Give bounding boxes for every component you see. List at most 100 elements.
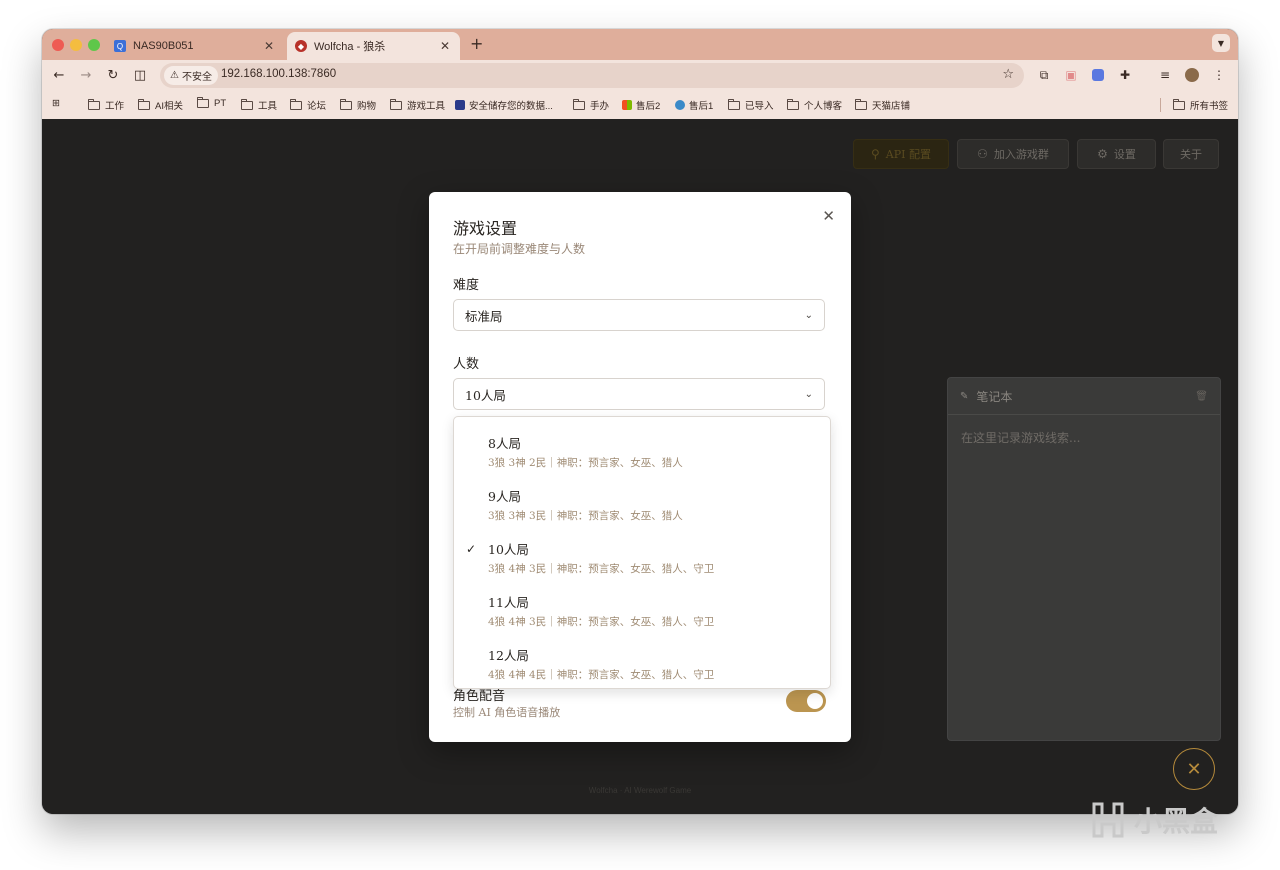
bookmark-link[interactable]: 安全储存您的数据...	[455, 98, 553, 112]
edit-icon: ✎	[960, 390, 969, 402]
extensions-puzzle-icon[interactable]: ✚	[1116, 66, 1134, 84]
bookmark-label: 论坛	[307, 101, 327, 112]
url-text[interactable]: 192.168.100.138:7860	[221, 68, 336, 80]
option-12-players[interactable]: 12人局 4狼 4神 4民｜神职：预言家、女巫、猎人、守卫	[454, 634, 830, 686]
tab-wolfcha[interactable]: ◆ Wolfcha - 狼杀 ✕	[287, 32, 460, 60]
more-menu-icon[interactable]: ⋮	[1210, 66, 1228, 84]
option-name: 11人局	[488, 595, 529, 610]
key-icon: ⚲	[871, 147, 880, 161]
voice-description: 控制 AI 角色语音播放	[453, 706, 561, 719]
bookmark-folder[interactable]: 游戏工具	[390, 98, 445, 112]
dialog-title: 游戏设置	[453, 219, 518, 238]
bookmark-label: 工具	[258, 101, 278, 112]
about-button[interactable]: 关于	[1163, 139, 1219, 169]
reload-icon[interactable]: ↻	[104, 66, 122, 84]
folder-icon	[241, 98, 253, 110]
option-8-players[interactable]: 8人局 3狼 3神 2民｜神职：预言家、女巫、猎人	[454, 422, 830, 474]
folder-icon	[787, 98, 799, 110]
notebook-panel: ✎ 笔记本 🗑 在这里记录游戏线索...	[947, 377, 1221, 741]
bookmark-label: 游戏工具	[407, 101, 446, 112]
split-view-icon[interactable]: ◫	[131, 66, 149, 84]
bookmark-folder[interactable]: 购物	[340, 98, 376, 112]
avatar[interactable]	[1183, 66, 1201, 84]
bookmark-link[interactable]: 售后2	[622, 98, 660, 112]
forward-arrow-icon[interactable]: →	[77, 66, 95, 84]
close-fab-button[interactable]: ✕	[1173, 748, 1215, 790]
chevron-down-icon: ⌄	[804, 388, 813, 400]
bookmark-folder[interactable]: 论坛	[290, 98, 326, 112]
bookmark-folder[interactable]: PT	[197, 97, 227, 109]
chevron-down-icon: ⌄	[804, 309, 813, 321]
maximize-window-button[interactable]	[88, 39, 100, 51]
tab-search-button[interactable]: ▼	[1212, 34, 1230, 52]
bookmark-folder[interactable]: 已导入	[728, 98, 774, 112]
dialog-close-icon[interactable]: ✕	[822, 207, 835, 225]
bookmark-label: 工作	[105, 101, 125, 112]
settings-button[interactable]: ⚙ 设置	[1077, 139, 1156, 169]
settings-label: 设置	[1113, 148, 1136, 161]
players-value: 10人局	[465, 387, 506, 403]
all-bookmarks-label: 所有书签	[1190, 101, 1229, 112]
minimize-window-button[interactable]	[70, 39, 82, 51]
bookmark-folder[interactable]: 手办	[573, 98, 609, 112]
back-arrow-icon[interactable]: ←	[50, 66, 68, 84]
option-11-players[interactable]: 11人局 4狼 4神 3民｜神职：预言家、女巫、猎人、守卫	[454, 581, 830, 633]
bookmark-label: 售后1	[689, 101, 714, 112]
close-icon[interactable]: ✕	[438, 39, 452, 53]
toggle-knob	[807, 693, 823, 709]
difficulty-select[interactable]: 标准局 ⌄	[453, 299, 825, 331]
close-icon: ✕	[1186, 758, 1202, 780]
media-control-icon[interactable]: ≡	[1156, 66, 1174, 84]
security-chip[interactable]: ⚠ 不安全	[164, 66, 218, 85]
bookmark-folder[interactable]: 天猫店铺	[855, 98, 910, 112]
address-bar[interactable]: ⚠ 不安全 192.168.100.138:7860 ☆	[160, 63, 1024, 88]
tab-title: NAS90B051	[133, 40, 194, 52]
voice-toggle[interactable]	[786, 690, 826, 712]
bookmark-folder[interactable]: AI相关	[138, 98, 183, 112]
option-name: 9人局	[488, 489, 521, 504]
all-bookmarks[interactable]: 所有书签	[1160, 98, 1228, 112]
option-9-players[interactable]: 9人局 3狼 3神 3民｜神职：预言家、女巫、猎人	[454, 475, 830, 527]
heybox-logo-icon	[1092, 802, 1124, 838]
api-config-button[interactable]: ⚲ API 配置	[853, 139, 949, 169]
bookmark-label: 售后2	[636, 101, 661, 112]
notebook-textarea[interactable]: 在这里记录游戏线索...	[948, 415, 1220, 460]
join-group-button[interactable]: ⚇ 加入游戏群	[957, 139, 1069, 169]
players-select[interactable]: 10人局 ⌄	[453, 378, 825, 410]
trash-icon[interactable]: 🗑	[1195, 391, 1208, 402]
gear-icon: ⚙	[1097, 147, 1108, 161]
extension-icon[interactable]: ⧉	[1035, 66, 1053, 84]
players-dropdown: 8人局 3狼 3神 2民｜神职：预言家、女巫、猎人 9人局 3狼 3神 3民｜神…	[453, 416, 831, 689]
folder-icon	[340, 98, 352, 110]
bookmark-link[interactable]: 售后1	[675, 98, 713, 112]
extension-app-icon[interactable]	[1089, 66, 1107, 84]
bookmark-label: PT	[214, 98, 227, 109]
bookmark-folder[interactable]: 工具	[241, 98, 277, 112]
site-icon	[455, 100, 465, 110]
players-label: 人数	[453, 357, 480, 372]
app-page: ⚲ API 配置 ⚇ 加入游戏群 ⚙ 设置 关于 ✎ 笔记本 🗑 在这里记录游戏线索.…	[42, 119, 1238, 814]
difficulty-label: 难度	[453, 278, 480, 293]
bookmark-folder[interactable]: 个人博客	[787, 98, 842, 112]
option-name: 10人局	[488, 542, 529, 557]
warning-icon: ⚠	[170, 70, 179, 81]
apps-grid-icon[interactable]: ⊞	[52, 98, 60, 109]
folder-icon	[88, 98, 100, 110]
close-icon[interactable]: ✕	[262, 39, 276, 53]
nas-favicon-icon: Q	[114, 40, 126, 52]
watermark-text: 小黑盒	[1134, 805, 1219, 838]
users-icon: ⚇	[977, 147, 988, 161]
folder-icon	[1173, 98, 1185, 110]
option-10-players[interactable]: ✓ 10人局 3狼 4神 3民｜神职：预言家、女巫、猎人、守卫	[454, 528, 830, 580]
folder-icon	[728, 98, 740, 110]
option-name: 8人局	[488, 436, 521, 451]
extension-bilibili-icon[interactable]: ▣	[1062, 66, 1080, 84]
join-group-label: 加入游戏群	[993, 148, 1049, 161]
bookmark-star-icon[interactable]: ☆	[1002, 67, 1014, 82]
close-window-button[interactable]	[52, 39, 64, 51]
bookmark-folder[interactable]: 工作	[88, 98, 124, 112]
folder-icon	[390, 98, 402, 110]
new-tab-button[interactable]: +	[470, 34, 483, 53]
checkmark-icon: ✓	[466, 542, 477, 556]
tab-nas[interactable]: Q NAS90B051 ✕	[106, 32, 284, 60]
